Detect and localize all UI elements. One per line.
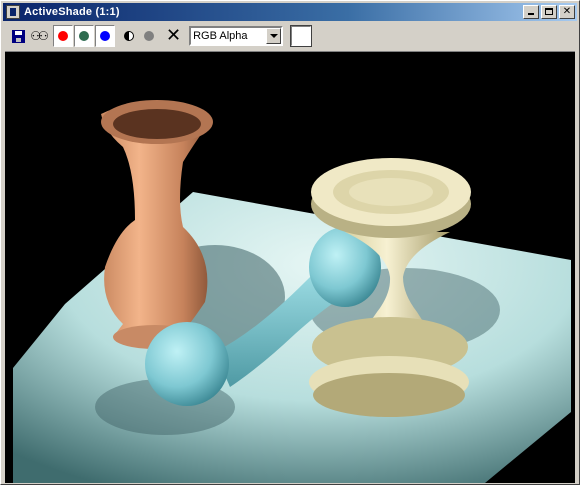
save-bitmap-button[interactable] (9, 26, 27, 46)
gray-dot-icon (144, 31, 154, 41)
background-color-swatch[interactable] (290, 25, 313, 47)
red-channel-button[interactable] (53, 25, 73, 47)
app-icon[interactable] (6, 5, 20, 19)
clone-window-button[interactable]: ⚇⚇ (29, 26, 48, 46)
monochrome-button[interactable] (120, 26, 138, 46)
green-channel-button[interactable] (74, 25, 94, 47)
toolbar: ⚇⚇ ✕ RGB Alpha (3, 23, 577, 49)
title-bar[interactable]: ActiveShade (1:1) ✕ (3, 3, 577, 21)
blue-channel-icon (100, 31, 110, 41)
half-circle-icon (124, 31, 134, 41)
rendered-scene (5, 52, 575, 483)
window-title: ActiveShade (1:1) (24, 6, 120, 18)
activeshade-window: ActiveShade (1:1) ✕ ⚇⚇ ✕ RGB Alpha (0, 0, 580, 485)
minimize-button[interactable] (523, 5, 539, 19)
dropdown-arrow-icon[interactable] (266, 28, 282, 44)
blue-channel-button[interactable] (95, 25, 115, 47)
channel-toggle-group (53, 25, 116, 47)
minimize-icon (528, 13, 534, 15)
clear-button[interactable]: ✕ (160, 26, 181, 46)
green-channel-icon (79, 31, 89, 41)
close-button[interactable]: ✕ (559, 5, 575, 19)
clear-x-icon: ✕ (166, 25, 182, 46)
render-viewport[interactable] (5, 51, 575, 483)
display-channel-select[interactable]: RGB Alpha (189, 26, 284, 46)
red-channel-icon (58, 31, 68, 41)
clone-render-icon: ⚇⚇ (30, 29, 48, 43)
close-icon: ✕ (562, 6, 572, 17)
display-channel-value: RGB Alpha (193, 30, 248, 42)
save-disk-icon (11, 29, 25, 43)
maximize-icon (545, 8, 553, 15)
alpha-channel-button[interactable] (140, 26, 158, 46)
maximize-button[interactable] (541, 5, 557, 19)
